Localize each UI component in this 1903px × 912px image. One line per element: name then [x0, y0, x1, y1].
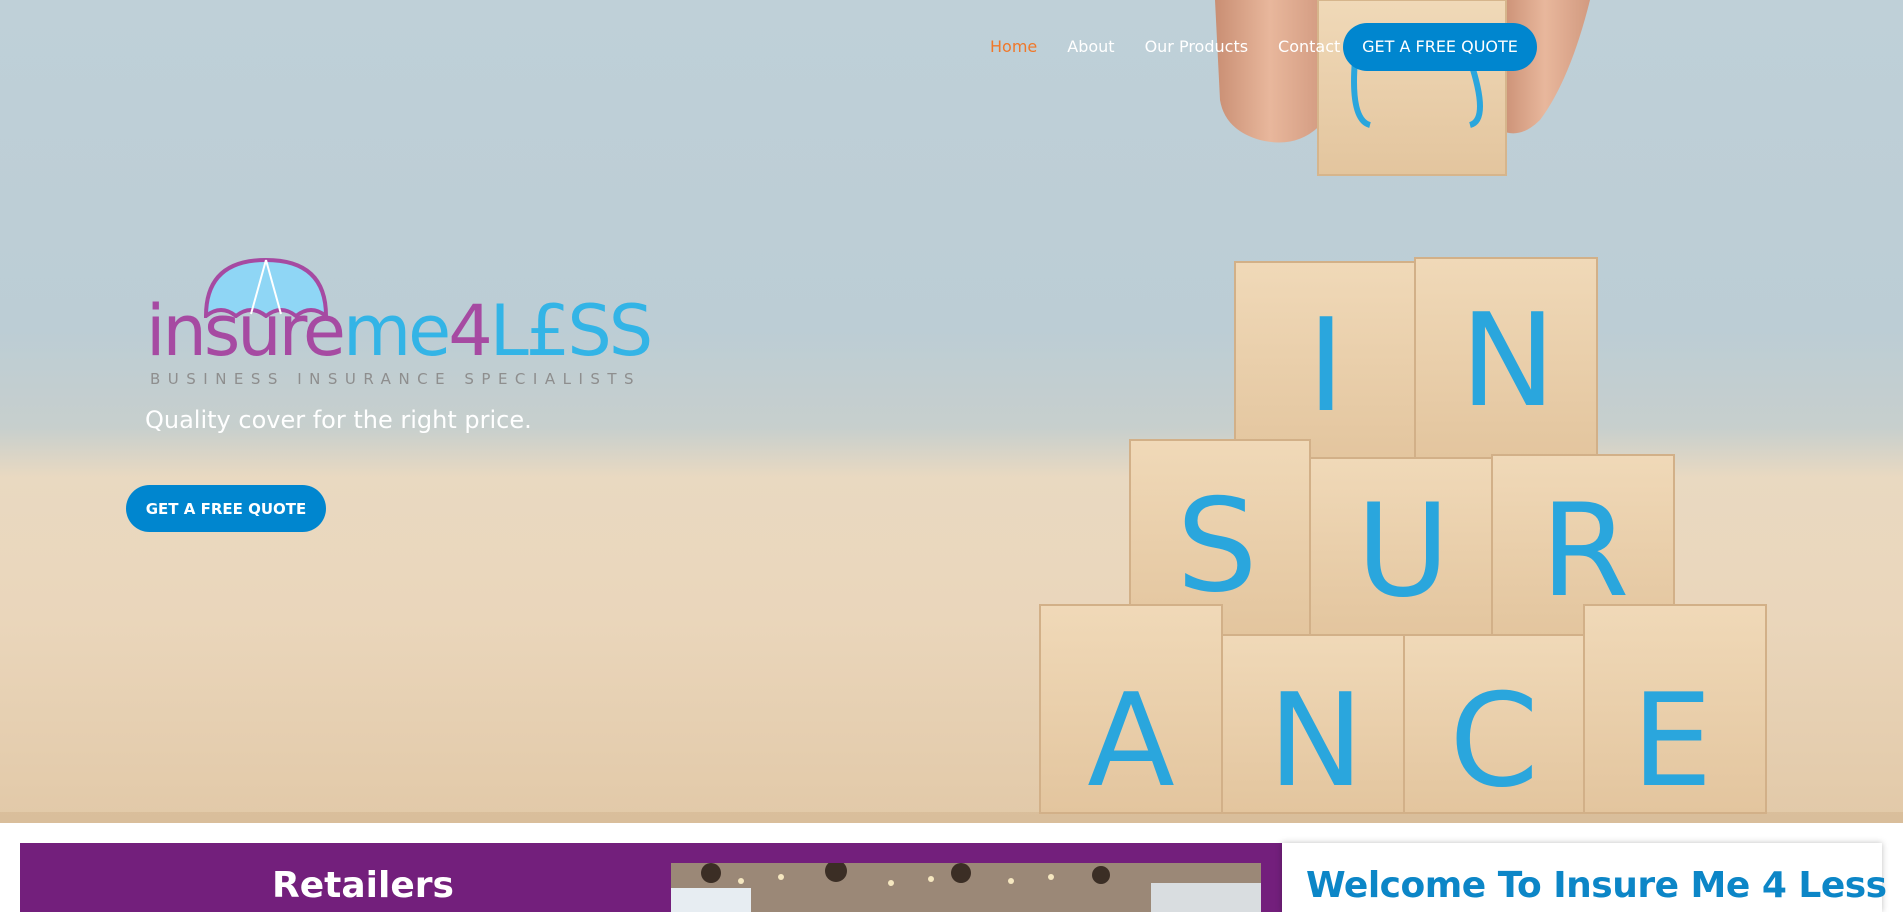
- logo-word-4: 4: [448, 290, 493, 372]
- block-letter: I: [1307, 292, 1345, 441]
- block-letter: A: [1087, 667, 1175, 816]
- nav-item-home[interactable]: Home: [990, 24, 1037, 70]
- nav-item-contact[interactable]: Contact: [1278, 24, 1340, 70]
- retail-store-image: [671, 863, 1261, 912]
- logo-wordmark: insureme4L£SS: [146, 296, 653, 366]
- hero-tagline: Quality cover for the right price.: [145, 406, 532, 434]
- block-letter: E: [1632, 667, 1713, 816]
- block-letter: N: [1268, 667, 1364, 816]
- block-letter: C: [1449, 667, 1538, 816]
- nav-item-our-products[interactable]: Our Products: [1145, 24, 1248, 70]
- block-letter: S: [1176, 472, 1257, 621]
- block-letter: U: [1356, 477, 1450, 626]
- hero-free-quote-button[interactable]: GET A FREE QUOTE: [126, 485, 326, 532]
- main-nav: Home About Our Products Contact GET A FR…: [990, 23, 1537, 71]
- welcome-card: Welcome To Insure Me 4 Less: [1282, 843, 1887, 912]
- nav-item-about[interactable]: About: [1067, 24, 1114, 70]
- retailers-title: Retailers: [272, 865, 454, 906]
- site-logo[interactable]: insureme4L£SS BUSINESS INSURANCE SPECIAL…: [146, 258, 653, 390]
- welcome-title: Welcome To Insure Me 4 Less: [1306, 865, 1887, 906]
- block-letter: R: [1541, 477, 1630, 626]
- nav-free-quote-button[interactable]: GET A FREE QUOTE: [1343, 23, 1537, 71]
- logo-word-less: L£SS: [489, 290, 653, 372]
- retailers-panel: Retailers: [20, 843, 1282, 912]
- shop-lights-image: [671, 863, 1261, 912]
- logo-subtitle: BUSINESS INSURANCE SPECIALISTS: [150, 370, 642, 388]
- hero-section: INSURANCE Home About Our Products Contac…: [0, 0, 1903, 823]
- block-letter: N: [1460, 287, 1556, 436]
- logo-word-insure: insure: [146, 290, 346, 372]
- logo-word-me: me: [342, 290, 451, 372]
